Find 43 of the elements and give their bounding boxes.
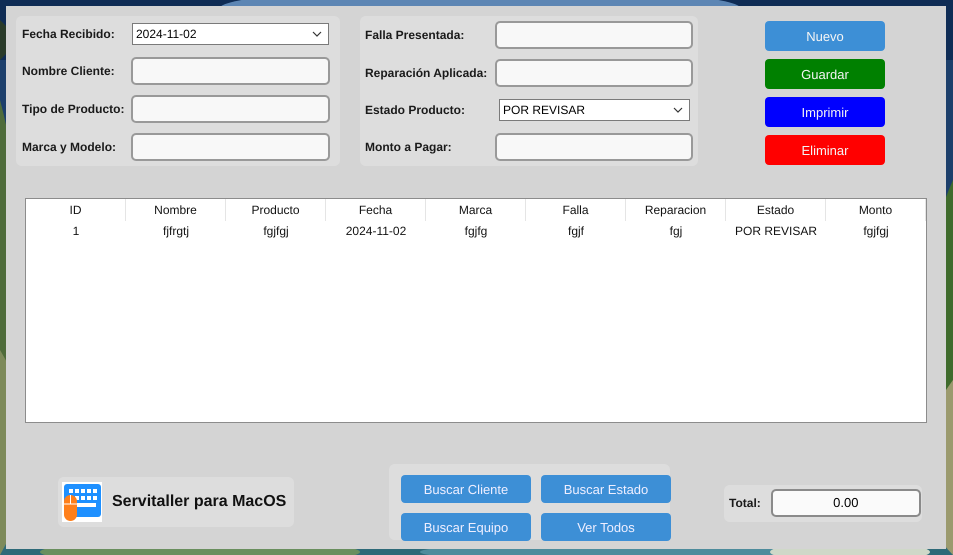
field-label: Reparación Aplicada: — [365, 66, 488, 80]
column-header[interactable]: ID — [26, 199, 126, 221]
column-header[interactable]: Estado — [726, 199, 826, 221]
table-cell-text: fgjf — [566, 223, 585, 240]
column-header[interactable]: Monto — [826, 199, 926, 221]
field-label: Estado Producto: — [365, 103, 466, 117]
field-label: Monto a Pagar: — [365, 140, 453, 154]
dropdown[interactable]: POR REVISAR — [499, 99, 690, 121]
chevron-down-icon — [673, 107, 683, 113]
input-field[interactable] — [131, 57, 330, 85]
input-field[interactable] — [494, 21, 693, 49]
input-field[interactable] — [131, 95, 330, 123]
field-label: Falla Presentada: — [365, 28, 466, 42]
column-header[interactable]: Marca — [426, 199, 526, 221]
table-cell-text: fgjfg — [464, 223, 488, 240]
field-label: Marca y Modelo: — [22, 140, 118, 154]
table-cell-text: fjfrgtj — [162, 223, 190, 240]
column-header[interactable]: Falla — [526, 199, 626, 221]
table-cell-text: POR REVISAR — [734, 223, 818, 240]
keyboard-mouse-icon — [62, 482, 102, 522]
action-button[interactable]: Guardar — [765, 59, 885, 89]
column-header[interactable]: Producto — [226, 199, 326, 221]
total-field: 0.00 — [770, 489, 921, 517]
field-label: Nombre Cliente: — [22, 64, 116, 78]
input-field[interactable] — [494, 133, 693, 161]
input-field[interactable] — [494, 59, 693, 87]
column-header[interactable]: Nombre — [126, 199, 226, 221]
table-cell-text: fgjfgj — [262, 223, 290, 240]
field-label: Fecha Recibido: — [22, 27, 116, 41]
column-header[interactable]: Reparacion — [626, 199, 726, 221]
field-label: Tipo de Producto: — [22, 102, 126, 116]
table-cell-text: fgjfgj — [862, 223, 890, 240]
action-button[interactable]: Imprimir — [765, 97, 885, 127]
app-title: Servitaller para MacOS — [112, 493, 286, 511]
total-label: Total: — [729, 496, 761, 510]
chevron-down-icon — [312, 31, 322, 37]
dropdown[interactable]: 2024-11-02 — [132, 23, 329, 45]
input-field[interactable] — [131, 133, 330, 161]
table-cell-text: 2024-11-02 — [344, 223, 408, 240]
action-button[interactable]: Eliminar — [765, 135, 885, 165]
column-header[interactable]: Fecha — [326, 199, 426, 221]
table-cell-text: fgj — [668, 223, 684, 240]
table-cell-text: 1 — [72, 223, 80, 240]
